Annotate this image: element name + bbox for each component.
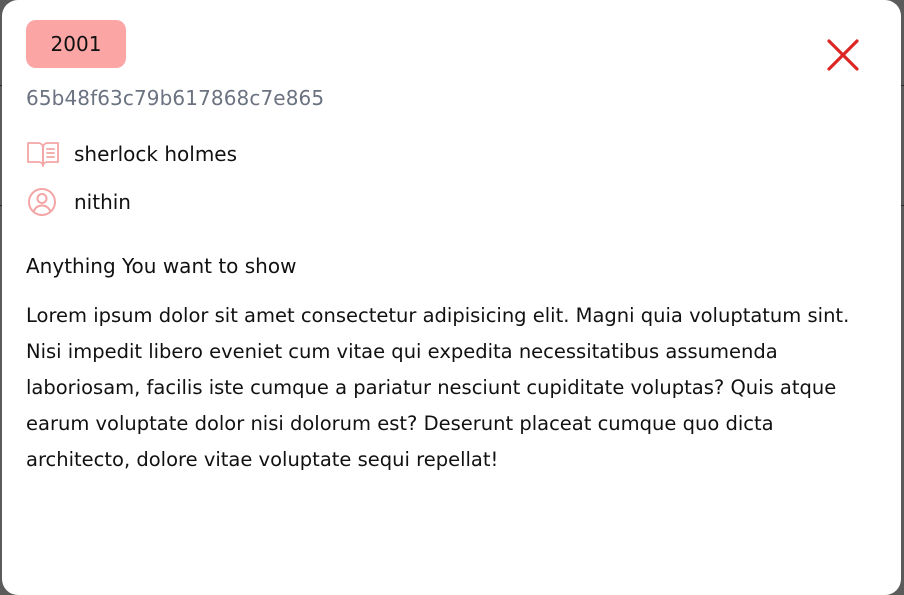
year-badge: 2001 [26,20,126,68]
user-circle-icon [26,186,60,218]
record-id: 65b48f63c79b617868c7e865 [26,86,325,110]
description-text: Lorem ipsum dolor sit amet consectetur a… [26,304,850,471]
user-name: nithin [74,190,131,214]
book-open-icon [26,138,60,170]
section-title: Anything You want to show [26,254,297,278]
close-button[interactable] [825,37,861,73]
book-row: sherlock holmes [26,138,237,170]
user-row: nithin [26,186,131,218]
book-title: sherlock holmes [74,142,238,166]
detail-modal: 2001 65b48f63c79b617868c7e865 sherlock h… [2,0,901,595]
close-icon [827,39,859,71]
